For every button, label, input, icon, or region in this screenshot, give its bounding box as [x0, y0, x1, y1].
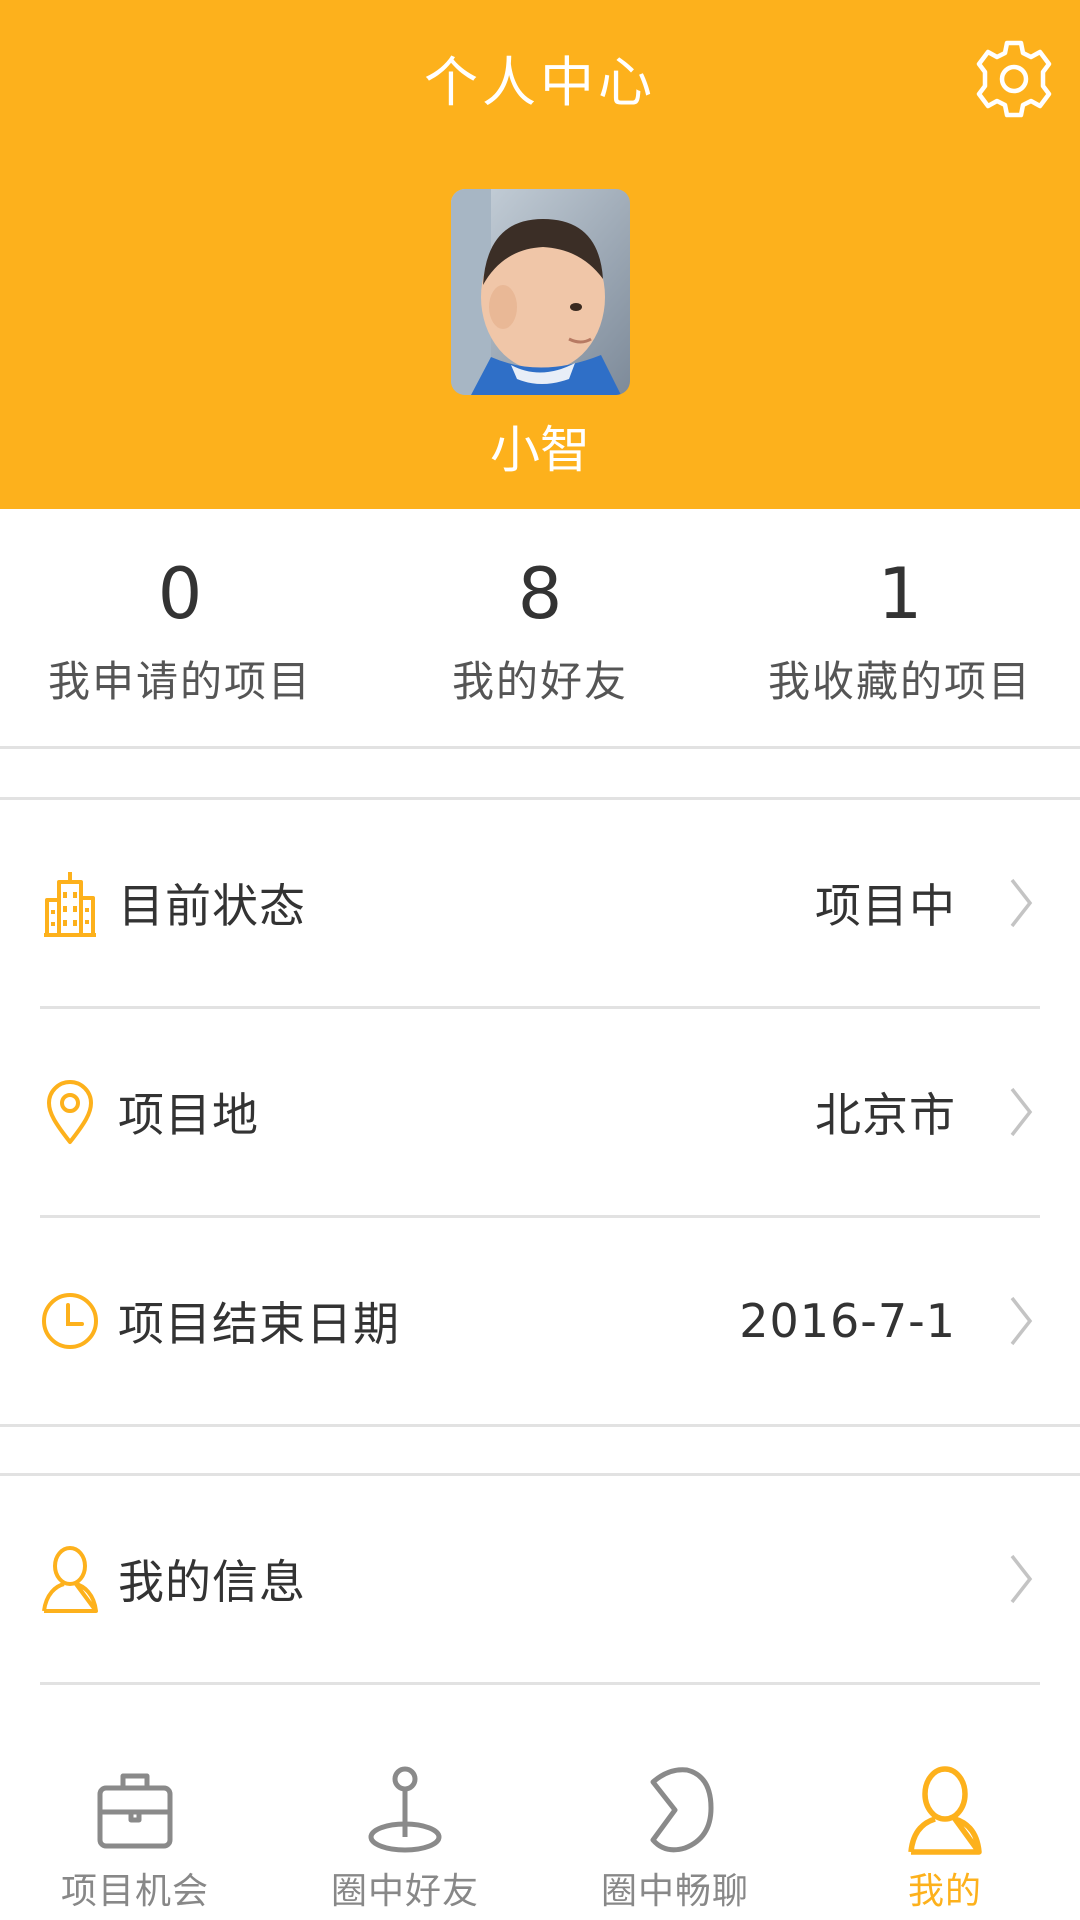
settings-button[interactable] — [972, 36, 1056, 126]
pin-icon — [360, 1762, 450, 1858]
tab-circle-friends[interactable]: 圈中好友 — [270, 1740, 540, 1920]
tab-label: 圈中畅聊 — [600, 1871, 749, 1912]
tab-label: 我的 — [907, 1871, 982, 1912]
username: 小智 — [490, 421, 590, 479]
bottom-tab-bar: 项目机会 圈中好友 圈中畅聊 我的 — [0, 1740, 1080, 1920]
person-icon — [38, 1542, 102, 1616]
stat-friends[interactable]: 8 我的好友 — [360, 509, 720, 746]
gear-icon — [976, 39, 1052, 123]
status-label: 目前状态 — [118, 879, 306, 933]
location-label: 项目地 — [118, 1088, 259, 1142]
my-info-row[interactable]: 我的信息 — [0, 1476, 1080, 1682]
stat-applied-projects[interactable]: 0 我申请的项目 — [0, 509, 360, 746]
stat-label: 我收藏的项目 — [767, 657, 1032, 706]
tab-project-opportunities[interactable]: 项目机会 — [0, 1740, 270, 1920]
stat-count: 1 — [877, 553, 923, 635]
briefcase-icon — [90, 1762, 180, 1858]
clock-icon — [38, 1284, 102, 1358]
section-divider — [0, 1424, 1080, 1427]
tab-mine[interactable]: 我的 — [810, 1740, 1080, 1920]
chevron-right-icon — [1006, 876, 1036, 930]
stats-bar: 0 我申请的项目 8 我的好友 1 我收藏的项目 — [0, 509, 1080, 749]
location-value: 北京市 — [815, 1088, 956, 1142]
tab-label: 圈中好友 — [330, 1871, 479, 1912]
chevron-right-icon — [1006, 1085, 1036, 1139]
stat-count: 0 — [157, 553, 203, 635]
chevron-right-icon — [1006, 1294, 1036, 1348]
person-icon — [900, 1762, 990, 1858]
tab-label: 项目机会 — [60, 1871, 209, 1912]
avatar[interactable] — [451, 189, 630, 395]
profile-header: 个人中心 小智 — [0, 0, 1080, 509]
my-info-label: 我的信息 — [118, 1555, 306, 1609]
end-date-label: 项目结束日期 — [118, 1297, 400, 1351]
status-value: 项目中 — [815, 879, 956, 933]
building-icon — [38, 866, 102, 940]
stat-label: 我的好友 — [451, 657, 628, 706]
location-pin-icon — [38, 1075, 102, 1149]
stat-label: 我申请的项目 — [47, 657, 312, 706]
chevron-right-icon — [1006, 1552, 1036, 1606]
status-row[interactable]: 目前状态 项目中 — [0, 800, 1080, 1006]
location-row[interactable]: 项目地 北京市 — [0, 1009, 1080, 1215]
page-title: 个人中心 — [424, 51, 656, 114]
chat-bubble-icon — [630, 1762, 720, 1858]
row-divider — [40, 1682, 1040, 1685]
stat-count: 8 — [517, 553, 563, 635]
stat-favorite-projects[interactable]: 1 我收藏的项目 — [720, 509, 1080, 746]
end-date-row[interactable]: 项目结束日期 2016-7-1 — [0, 1218, 1080, 1424]
tab-circle-chat[interactable]: 圈中畅聊 — [540, 1740, 810, 1920]
end-date-value: 2016-7-1 — [739, 1294, 956, 1348]
